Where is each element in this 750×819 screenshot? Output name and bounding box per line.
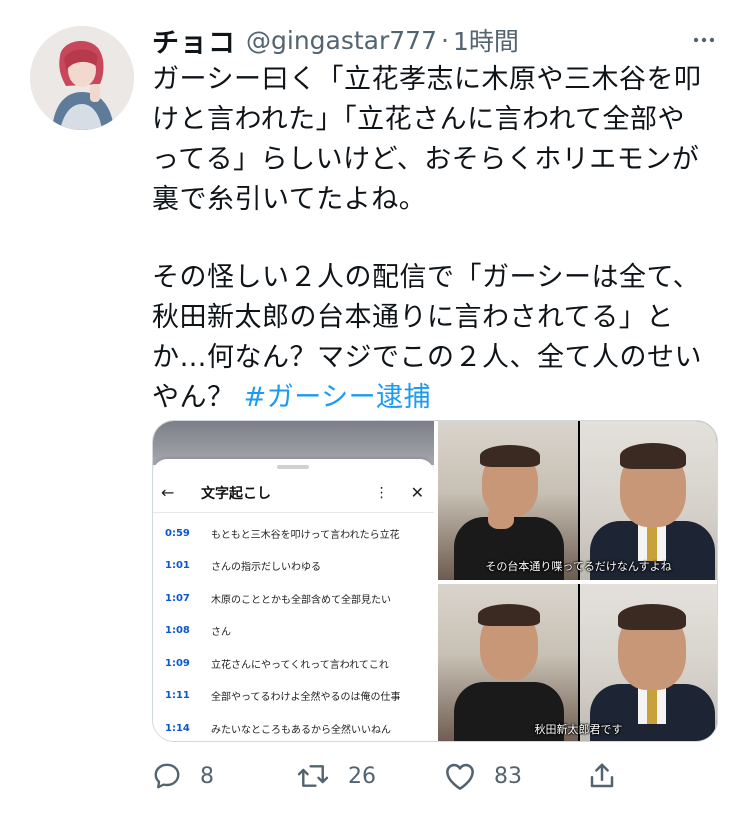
video-frame: 秋田新太郎君です: [438, 584, 717, 741]
retweet-button[interactable]: 26: [296, 752, 376, 800]
transcript-time: 1:07: [165, 592, 190, 604]
more-icon: [693, 37, 715, 43]
transcript-header: ← 文字起こし ⋮ ✕: [153, 473, 434, 513]
display-name[interactable]: チョコ: [152, 21, 236, 60]
text-line: か…何なん？マジでこの２人、全て人のせい: [152, 342, 702, 373]
transcript-row: 0:59 もともと三木谷を叩けって言われたら立花: [153, 517, 434, 550]
share-icon: [590, 763, 614, 788]
transcript-text: さんの指示だしいわゆる: [211, 562, 321, 574]
like-button[interactable]: 83: [444, 752, 522, 800]
sheet-handle: [277, 465, 309, 469]
avatar-illustration: [30, 26, 134, 130]
video-panel-right: [580, 584, 717, 741]
transcript-row: 1:09 立花さんにやってくれって言われてこれ: [153, 647, 434, 680]
media-image-transcript[interactable]: ← 文字起こし ⋮ ✕ 0:59 もともと三木谷を叩けって言われたら立花 1:01…: [153, 421, 434, 741]
user-handle[interactable]: @gingastar777: [246, 26, 437, 55]
like-count: 83: [494, 763, 522, 789]
video-frame: その台本通り喋ってるだけなんすよね: [438, 421, 717, 580]
transcript-text: さん: [211, 627, 231, 639]
close-icon: ✕: [410, 483, 424, 502]
like-icon: [446, 763, 474, 790]
header-separator: ·: [441, 25, 449, 55]
transcript-text: 木原のこととかも全部含めて全部見たい: [211, 594, 391, 606]
transcript-title: 文字起こし: [201, 485, 271, 502]
reply-count: 8: [200, 763, 214, 789]
video-panel-left: [438, 421, 578, 580]
transcript-row: 1:08 さん: [153, 615, 434, 648]
text-line: やん？ #ガーシー逮捕: [152, 378, 722, 418]
transcript-text: 全部やってるわけよ全然やるのは俺の仕事: [211, 692, 401, 704]
transcript-time: 1:14: [165, 722, 190, 734]
transcript-list: 0:59 もともと三木谷を叩けって言われたら立花 1:01 さんの指示だしいわゆる …: [153, 517, 434, 741]
transcript-row: 1:07 木原のこととかも全部含めて全部見たい: [153, 582, 434, 615]
media-image-video-frame-2[interactable]: 秋田新太郎君です: [438, 584, 717, 741]
avatar[interactable]: [30, 26, 134, 130]
video-caption: 秋田新太郎君です: [534, 723, 623, 736]
back-arrow-icon: ←: [161, 483, 175, 502]
text-line: ガーシー曰く「立花孝志に木原や三木谷を叩: [152, 64, 702, 95]
transcript-time: 1:09: [165, 657, 190, 669]
tweet-text: ガーシー曰く「立花孝志に木原や三木谷を叩 けと言われた」「立花さんに言われて全部…: [152, 60, 722, 418]
retweet-icon: [297, 765, 329, 787]
transcript-text: もともと三木谷を叩けって言われたら立花: [211, 529, 400, 541]
text-line: けと言われた」「立花さんに言われて全部や: [152, 104, 685, 135]
media-grid: ← 文字起こし ⋮ ✕ 0:59 もともと三木谷を叩けって言われたら立花 1:01…: [152, 420, 718, 742]
tweet-header: チョコ @gingastar777 · 1時間: [152, 20, 720, 60]
reply-icon: [154, 763, 180, 789]
share-button[interactable]: [588, 752, 616, 800]
transcript-time: 0:59: [165, 527, 190, 539]
transcript-time: 1:08: [165, 625, 190, 637]
timestamp[interactable]: 1時間: [453, 22, 519, 58]
more-button[interactable]: [688, 26, 720, 54]
transcript-row: 1:14 みたいなところもあるから全然いいねん: [153, 712, 434, 741]
video-panel-right: [580, 421, 717, 580]
transcript-text: 立花さんにやってくれって言われてこれ: [211, 659, 389, 671]
transcript-time: 1:01: [165, 560, 190, 572]
kebab-icon: ⋮: [374, 484, 389, 501]
action-bar: 8 26 83: [152, 752, 722, 800]
retweet-count: 26: [348, 763, 376, 789]
transcript-text: みたいなところもあるから全然いいねん: [211, 724, 391, 736]
last-line-text: やん？: [152, 382, 244, 413]
transcript-row: 1:11 全部やってるわけよ全然やるのは俺の仕事: [153, 680, 434, 713]
text-line: 秋田新太郎の台本通りに言わされてる」と: [152, 302, 674, 333]
video-caption: その台本通り喋ってるだけなんすよね: [485, 560, 672, 573]
video-panel-left: [438, 584, 578, 741]
text-line: 裏で糸引いてたよね。: [152, 184, 427, 215]
transcript-row: 1:01 さんの指示だしいわゆる: [153, 550, 434, 583]
media-image-video-frame-1[interactable]: その台本通り喋ってるだけなんすよね: [438, 421, 717, 580]
transcript-time: 1:11: [165, 690, 190, 702]
text-line: ってる」らしいけど、おそらくホリエモンが: [152, 144, 700, 175]
reply-button[interactable]: 8: [152, 752, 214, 800]
hashtag-link[interactable]: #ガーシー逮捕: [244, 382, 432, 413]
text-line: その怪しい２人の配信で「ガーシーは全て、: [152, 262, 701, 293]
transcript-sheet: ← 文字起こし ⋮ ✕ 0:59 もともと三木谷を叩けって言われたら立花 1:01…: [153, 459, 434, 741]
